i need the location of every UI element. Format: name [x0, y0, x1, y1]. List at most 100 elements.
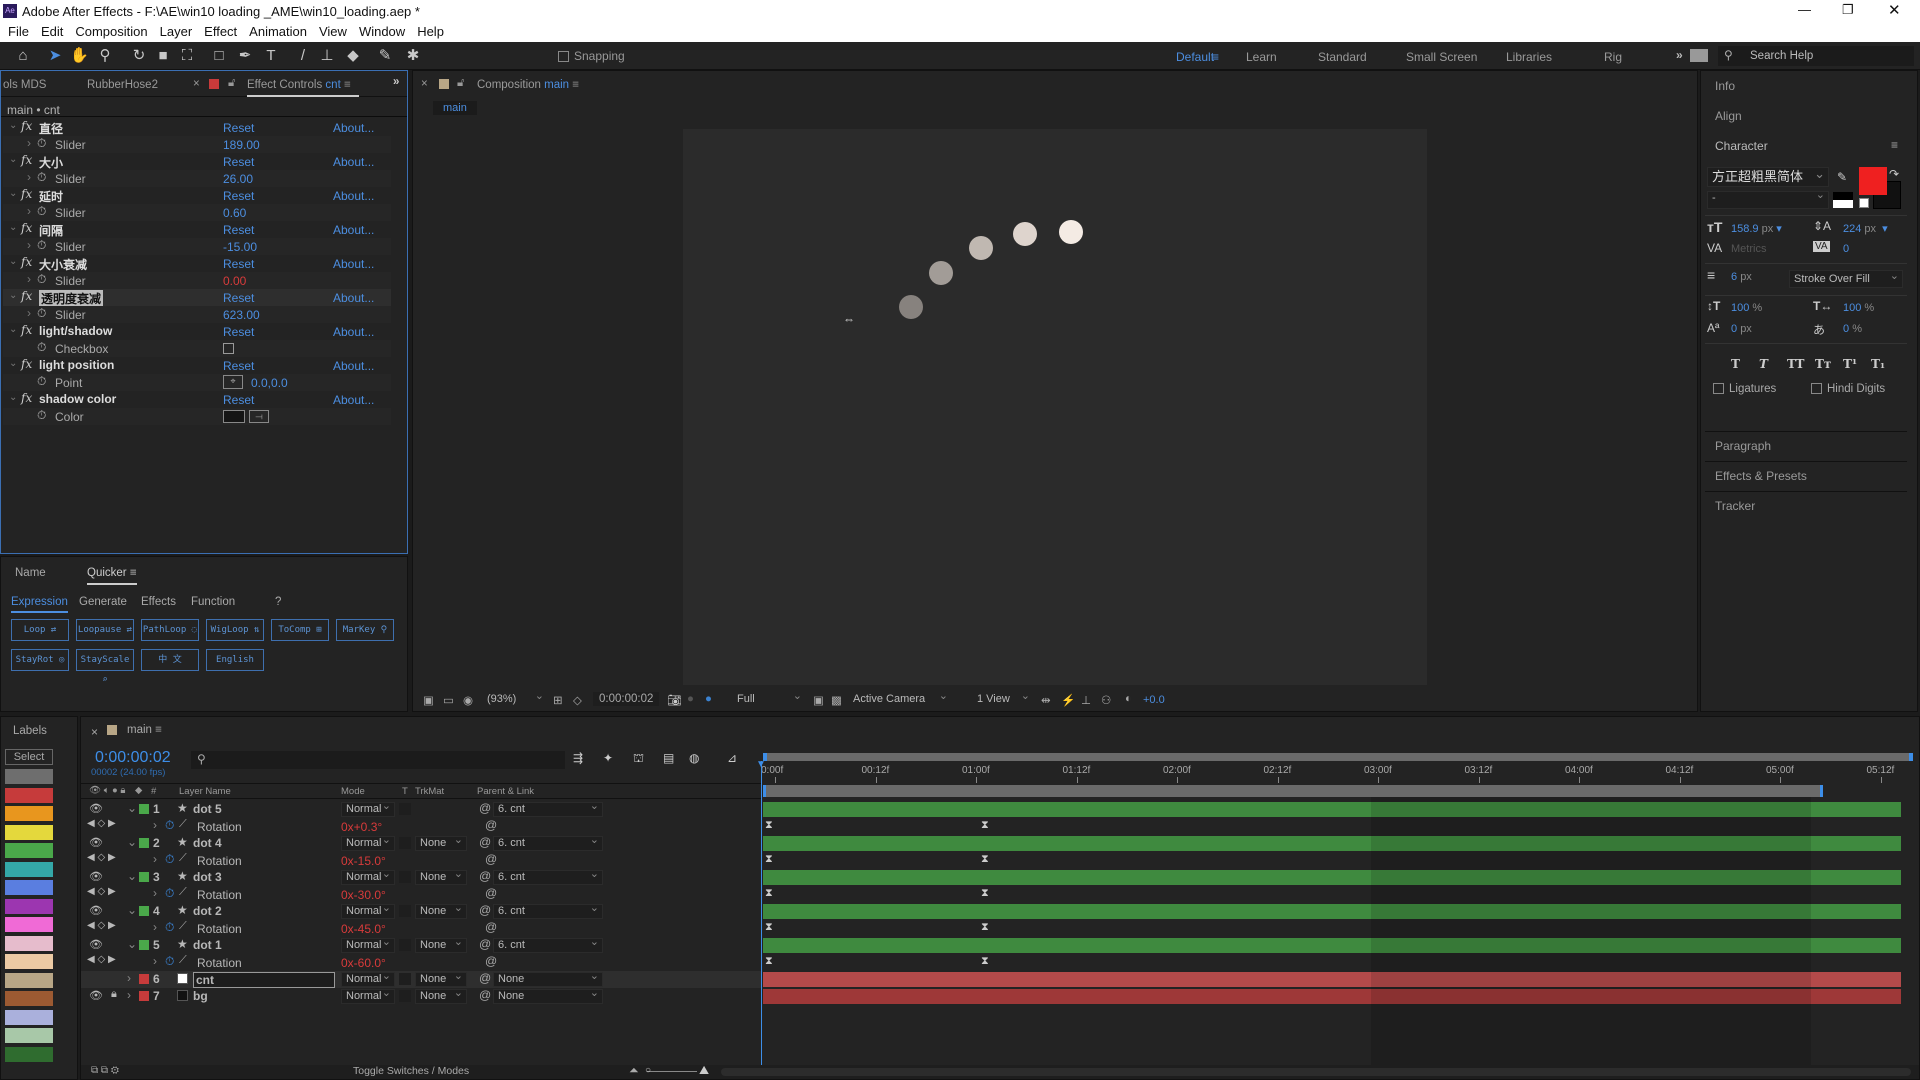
zoom-slider-handle[interactable]: ○ [645, 1065, 651, 1076]
quicker-button[interactable]: MarKey ⚲ [336, 619, 394, 641]
parent-dropdown[interactable]: 6. cnt [493, 936, 603, 953]
effect-checkbox[interactable] [223, 343, 234, 354]
trkmat-dropdown[interactable]: None [415, 936, 467, 953]
effect-reset-link[interactable]: Reset [223, 291, 254, 305]
trkmat-dropdown[interactable]: None [415, 987, 467, 1004]
zoom-out-icon[interactable]: ⏶ [629, 1063, 639, 1078]
effect-about-link[interactable]: About... [333, 189, 374, 203]
expand-chevron-icon[interactable]: › [153, 954, 157, 968]
layer-label-color[interactable] [139, 940, 149, 950]
collapse-chevron-icon[interactable]: ⌄ [9, 358, 17, 369]
track-matte-toggle[interactable] [399, 973, 411, 985]
menu-view[interactable]: View [319, 24, 347, 39]
menu-composition[interactable]: Composition [75, 24, 147, 39]
toggle-pixel-aspect-icon[interactable]: ⇹ [1041, 693, 1051, 707]
trkmat-dropdown[interactable]: None [415, 868, 467, 885]
fx-icon[interactable]: fx [21, 187, 32, 201]
shy-layers-icon[interactable]: ⛫ [633, 751, 644, 767]
twirl-chevron-icon[interactable]: ⌄ [127, 903, 137, 917]
parent-dropdown[interactable]: None [493, 970, 603, 987]
pick-whip-icon[interactable]: @ [479, 801, 491, 815]
keyframe-icon[interactable]: ⧗ [765, 887, 773, 900]
fx-icon[interactable]: fx [21, 391, 32, 405]
work-area-bar[interactable] [763, 785, 1823, 797]
workspace-menu-icon[interactable]: ≡ [1212, 50, 1219, 64]
layer-name[interactable]: dot 4 [193, 836, 222, 850]
layer-label-color[interactable] [139, 804, 149, 814]
layer-row[interactable]: 👁︎ ⌄ 4 ★ dot 2 Normal None @6. cnt [81, 902, 761, 920]
subtab-effects[interactable]: Effects [141, 596, 176, 608]
layer-row[interactable]: 👁︎ ⌄ 3 ★ dot 3 Normal None @6. cnt [81, 868, 761, 886]
expression-pick-whip-icon[interactable]: @ [485, 920, 497, 934]
camera-dropdown[interactable]: Active Camera [849, 690, 951, 708]
effect-name[interactable]: light/shadow [39, 324, 112, 338]
snapshot-icon[interactable]: 📷︎ [667, 693, 682, 707]
expand-chevron-icon[interactable]: › [27, 170, 31, 184]
visibility-eye-icon[interactable]: 👁︎ [89, 836, 103, 849]
stopwatch-icon[interactable]: ⏱ [37, 374, 46, 389]
stopwatch-icon[interactable]: ⏱ [37, 408, 46, 423]
pick-whip-icon[interactable]: @ [479, 903, 491, 917]
effect-name[interactable]: 透明度衰减 [39, 290, 104, 307]
effect-name[interactable]: 大小 [39, 154, 63, 171]
twirl-chevron-icon[interactable]: ⌄ [127, 937, 137, 951]
subtab-expression[interactable]: Expression [11, 596, 68, 613]
layer-label-color[interactable] [139, 974, 149, 984]
effect-name[interactable]: light position [39, 358, 114, 372]
keyframe-navigator[interactable]: ◀ ◇ ▶ [87, 852, 116, 863]
layer-label-color[interactable] [139, 872, 149, 882]
timeline-icon[interactable]: ⊥ [1081, 693, 1091, 707]
stopwatch-icon[interactable]: ⏱ [37, 272, 46, 287]
view-layout-dropdown[interactable]: 1 View [973, 690, 1033, 708]
effect-reset-link[interactable]: Reset [223, 121, 254, 135]
layer-mode-dropdown[interactable]: Normal [341, 868, 395, 885]
menu-window[interactable]: Window [359, 24, 405, 39]
layer-label-color[interactable] [139, 906, 149, 916]
expression-pick-whip-icon[interactable]: @ [485, 954, 497, 968]
tab-quicker[interactable]: Quicker ≡ [87, 567, 137, 585]
keyframe-navigator[interactable]: ◀ ◇ ▶ [87, 818, 116, 829]
effect-reset-link[interactable]: Reset [223, 223, 254, 237]
layer-label-color[interactable] [139, 991, 149, 1001]
timeline-zoom-slider[interactable] [647, 1071, 697, 1072]
collapse-chevron-icon[interactable]: ⌄ [9, 256, 17, 267]
stopwatch-icon[interactable]: ⏱ [165, 886, 174, 901]
menu-edit[interactable]: Edit [41, 24, 63, 39]
font-style-dropdown[interactable]: - [1707, 189, 1829, 209]
timeline-current-time[interactable]: 0:00:00:02 [95, 749, 171, 767]
expression-pick-whip-icon[interactable]: @ [485, 886, 497, 900]
tab-effect-controls[interactable]: Effect Controls cnt ≡ [247, 79, 359, 97]
effect-about-link[interactable]: About... [333, 155, 374, 169]
timeline-search-input[interactable]: ⚲ [191, 751, 565, 769]
menu-help[interactable]: Help [417, 24, 444, 39]
visibility-eye-icon[interactable]: 👁︎ [89, 870, 103, 883]
tracker-panel-header[interactable]: Tracker [1715, 499, 1755, 513]
expand-chevron-icon[interactable]: › [153, 852, 157, 866]
keyframe-navigator[interactable]: ◀ ◇ ▶ [87, 920, 116, 931]
motion-blur-icon[interactable]: ◍ [689, 751, 699, 765]
graph-icon[interactable]: ⟋ [179, 852, 187, 865]
label-color-swatch[interactable] [5, 806, 53, 821]
pen-tool-icon[interactable]: ✒ [236, 47, 254, 65]
quicker-button[interactable]: WigLoop ⇅ [206, 619, 264, 641]
tab-rubberhose2[interactable]: RubberHose2 [87, 79, 158, 91]
rectangle-tool-icon[interactable]: □ [210, 47, 228, 65]
collapse-chevron-icon[interactable]: ⌄ [9, 120, 17, 131]
hindi-digits-checkbox[interactable] [1811, 383, 1822, 395]
keyframe-navigator[interactable]: ◀ ◇ ▶ [87, 954, 116, 965]
workspace-standard[interactable]: Standard [1318, 50, 1367, 64]
stamp-tool-icon[interactable]: ⊥ [318, 47, 336, 65]
tsume-value[interactable]: 0 % [1843, 323, 1862, 335]
composition-canvas[interactable]: ⇔ [683, 129, 1427, 685]
trkmat-dropdown[interactable]: None [415, 970, 467, 987]
fx-icon[interactable]: fx [21, 119, 32, 133]
label-color-swatch[interactable] [5, 972, 53, 988]
keyframe-icon[interactable]: ⧗ [981, 819, 989, 832]
eyedropper-icon[interactable]: ✎ [1837, 170, 1847, 184]
comp-timecode[interactable]: 0:00:00:02 [593, 692, 660, 706]
keyframe-icon[interactable]: ⧗ [765, 921, 773, 934]
tab-tools-mds[interactable]: ols MDS [3, 79, 46, 91]
track-matte-toggle[interactable] [399, 837, 411, 849]
resolution-dropdown[interactable]: Full [733, 690, 805, 708]
label-color-swatch[interactable] [5, 861, 53, 877]
